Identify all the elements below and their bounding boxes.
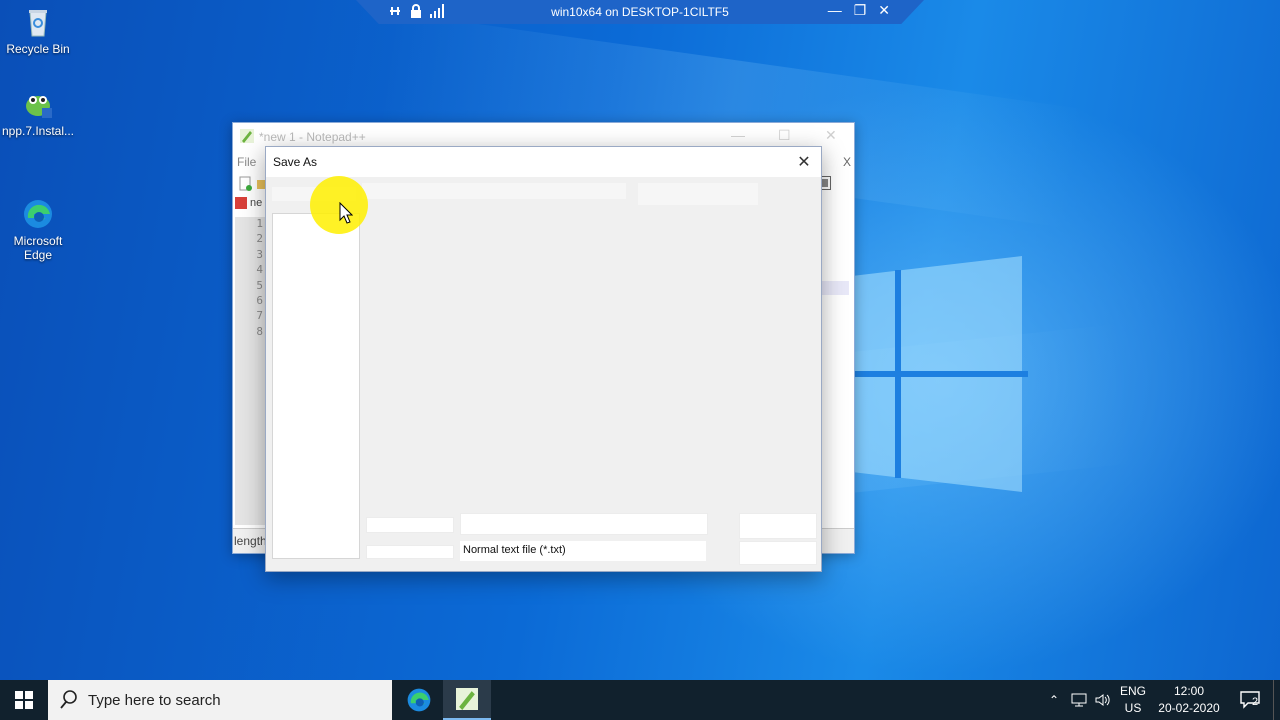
save-as-type-value: Normal text file (*.txt): [463, 544, 566, 556]
desktop-icon-label: Recycle Bin: [6, 42, 70, 56]
start-button[interactable]: [0, 680, 48, 720]
taskbar-notepadpp-button[interactable]: [443, 680, 491, 720]
input-language-button[interactable]: ENG US: [1116, 680, 1150, 720]
volume-icon[interactable]: [1092, 680, 1114, 720]
save-as-type-select[interactable]: Normal text file (*.txt): [460, 541, 706, 561]
clock-time: 12:00: [1173, 684, 1204, 698]
cancel-button[interactable]: [739, 541, 817, 565]
desktop-icon-recycle-bin[interactable]: Recycle Bin: [0, 6, 76, 56]
navigation-pane[interactable]: [272, 213, 360, 559]
windows-logo-wallpaper: [852, 256, 1028, 492]
maximize-icon[interactable]: ☐: [778, 127, 791, 144]
notepadpp-icon: [456, 688, 478, 710]
action-center-button[interactable]: 2: [1232, 680, 1268, 720]
show-hidden-icons-button[interactable]: ⌃: [1044, 680, 1064, 720]
line-number: 2: [256, 232, 263, 246]
save-as-type-label: [366, 545, 454, 559]
desktop-icon-label: npp.7.Instal...: [1, 124, 75, 138]
line-number: 6: [256, 293, 263, 307]
notification-count: 2: [1252, 696, 1259, 708]
open-folder-icon[interactable]: [257, 176, 265, 195]
line-number-gutter: 1 2 3 4 5 6 7 8: [235, 217, 267, 525]
minimize-icon[interactable]: —: [731, 127, 745, 143]
file-name-input[interactable]: [460, 513, 708, 535]
remote-desktop-bar: win10x64 on DESKTOP-1CILTF5 — ❐ ✕: [356, 0, 924, 24]
show-desktop-button[interactable]: [1273, 680, 1280, 720]
clock-button[interactable]: 12:00 20-02-2020: [1154, 680, 1224, 720]
menu-file[interactable]: File: [237, 155, 256, 169]
search-placeholder: Type here to search: [88, 692, 221, 709]
desktop-icon-edge[interactable]: Microsoft Edge: [0, 170, 76, 276]
search-box[interactable]: [638, 183, 758, 205]
notepadpp-installer-icon: [22, 88, 54, 120]
current-line-highlight: [819, 281, 849, 295]
file-name-label: [366, 517, 454, 533]
recycle-bin-icon: [22, 6, 54, 38]
edge-icon: [22, 184, 54, 228]
dialog-titlebar: Save As ✕: [266, 147, 821, 177]
line-number: 4: [256, 263, 263, 277]
close-icon[interactable]: ✕: [878, 2, 890, 19]
address-bar[interactable]: [362, 183, 626, 199]
document-tab[interactable]: ne: [235, 197, 263, 210]
line-number: 1: [256, 217, 263, 230]
restore-icon[interactable]: ❐: [854, 2, 867, 19]
close-icon[interactable]: ✕: [825, 127, 837, 144]
dialog-close-button[interactable]: ✕: [787, 147, 821, 177]
file-list[interactable]: [366, 213, 812, 503]
search-icon: [60, 690, 77, 709]
chevron-up-icon: ⌃: [1048, 693, 1060, 707]
taskbar-search-box[interactable]: Type here to search: [48, 680, 392, 720]
notepadpp-title: *new 1 - Notepad++: [259, 130, 366, 144]
mouse-pointer-icon: [339, 202, 353, 224]
keyboard-layout: US: [1124, 701, 1142, 715]
windows-icon: [15, 691, 33, 709]
new-file-icon[interactable]: [238, 176, 254, 195]
desktop-icon-label: Microsoft Edge: [13, 234, 63, 262]
language-code: ENG: [1119, 684, 1146, 698]
taskbar: Type here to search ⌃ ENG US 12:00 20-02…: [0, 680, 1280, 720]
notepadpp-app-icon: [240, 129, 254, 146]
clock-date: 20-02-2020: [1158, 701, 1220, 715]
desktop-icon-npp-installer[interactable]: npp.7.Instal...: [0, 88, 76, 138]
network-icon[interactable]: [1068, 680, 1090, 720]
status-length: length: [234, 534, 267, 548]
line-number: 7: [256, 309, 263, 323]
line-number: 3: [256, 247, 263, 261]
minimize-icon[interactable]: —: [828, 2, 842, 19]
taskbar-edge-button[interactable]: [395, 680, 443, 720]
save-button[interactable]: [739, 513, 817, 539]
document-tab-label: ne: [250, 197, 263, 209]
close-document-button[interactable]: X: [843, 155, 851, 169]
line-number: 5: [256, 278, 263, 292]
edge-icon: [407, 688, 431, 712]
line-number: 8: [256, 324, 263, 338]
dialog-title: Save As: [273, 155, 318, 169]
unsaved-file-icon: [235, 197, 247, 210]
